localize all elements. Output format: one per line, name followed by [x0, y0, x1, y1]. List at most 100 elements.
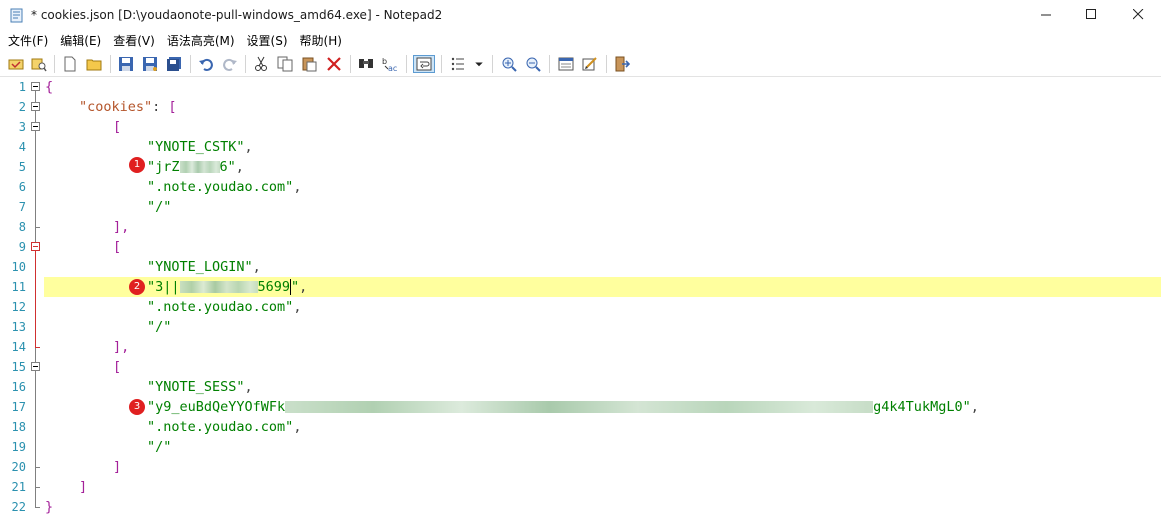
line-number: 8 — [18, 220, 26, 234]
fold-end — [35, 507, 40, 508]
editor-area[interactable]: 1 2 3 4 5 6 7 8 9 10 11 12 13 14 15 16 1… — [0, 77, 1161, 528]
line-number-gutter: 1 2 3 4 5 6 7 8 9 10 11 12 13 14 15 16 1… — [0, 77, 28, 528]
string-value: "y9_euBdQeYYOfWFk — [147, 399, 286, 415]
close-button[interactable] — [1115, 0, 1161, 31]
svg-text:b: b — [382, 57, 387, 66]
redo-icon[interactable] — [221, 55, 239, 73]
code-line-1: { — [45, 77, 53, 97]
zoom-out-icon[interactable] — [524, 55, 542, 73]
fold-line — [35, 131, 36, 228]
code-line-4: "YNOTE_CSTK", — [147, 137, 253, 157]
maximize-button[interactable] — [1068, 0, 1114, 31]
open-folder-icon[interactable] — [85, 55, 103, 73]
word-wrap-icon[interactable] — [413, 55, 435, 73]
open-recent-icon[interactable] — [7, 55, 25, 73]
fold-line — [35, 348, 36, 362]
paste-icon[interactable] — [300, 55, 318, 73]
line-number: 7 — [18, 200, 26, 214]
annotation-badge-2: 2 — [129, 279, 145, 295]
notepad-app-icon[interactable] — [9, 8, 24, 23]
fold-margin — [28, 77, 44, 528]
undo-icon[interactable] — [197, 55, 215, 73]
string-value: ".note.youdao.com" — [147, 299, 294, 315]
find-file-icon[interactable] — [30, 55, 48, 73]
bookmarks-icon[interactable] — [449, 55, 467, 73]
save-as-icon[interactable] — [141, 55, 159, 73]
fold-toggle[interactable] — [31, 362, 40, 371]
dropdown-arrow-icon[interactable] — [473, 55, 485, 73]
save-copy-icon[interactable] — [165, 55, 183, 73]
string-value: " — [291, 279, 300, 295]
zoom-in-icon[interactable] — [500, 55, 518, 73]
fold-toggle[interactable] — [31, 242, 40, 251]
string-value: "jrZ — [147, 159, 180, 175]
menu-edit[interactable]: 编辑(E) — [58, 31, 103, 51]
code-line-11: "3|| 5699", — [147, 277, 307, 297]
code-line-22: } — [45, 497, 53, 517]
minimize-button[interactable] — [1023, 0, 1069, 31]
line-number: 10 — [11, 260, 26, 274]
menu-help[interactable]: 帮助(H) — [298, 31, 344, 51]
cut-icon[interactable] — [252, 55, 270, 73]
fold-line — [35, 468, 36, 488]
comma: , — [293, 299, 302, 315]
code-line-18: ".note.youdao.com", — [147, 417, 301, 437]
line-number: 3 — [18, 120, 26, 134]
new-file-icon[interactable] — [61, 55, 79, 73]
colon: : — [152, 99, 169, 115]
scheme-icon[interactable] — [557, 55, 575, 73]
line-number: 20 — [11, 460, 26, 474]
line-number: 1 — [18, 80, 26, 94]
fold-line — [35, 111, 36, 122]
line-number: 16 — [11, 380, 26, 394]
fold-toggle[interactable] — [31, 102, 40, 111]
comma: , — [252, 259, 261, 275]
bracket: ], — [113, 339, 130, 355]
code-line-12: ".note.youdao.com", — [147, 297, 301, 317]
bracket: ] — [79, 479, 88, 495]
fold-toggle[interactable] — [31, 82, 40, 91]
comma: , — [244, 139, 253, 155]
exit-icon[interactable] — [613, 55, 631, 73]
toolbar: b ac — [0, 51, 1161, 77]
save-icon[interactable] — [117, 55, 135, 73]
line-number: 13 — [11, 320, 26, 334]
line-number: 2 — [18, 100, 26, 114]
string-value: "YNOTE_CSTK" — [147, 139, 245, 155]
delete-icon[interactable] — [325, 55, 343, 73]
customize-icon[interactable] — [581, 55, 599, 73]
code-line-15: [ — [113, 357, 121, 377]
string-value: "YNOTE_SESS" — [147, 379, 245, 395]
bracket: ], — [113, 219, 130, 235]
redacted-region — [179, 281, 258, 293]
annotation-badge-3: 3 — [129, 399, 145, 415]
bracket: [ — [113, 239, 122, 255]
line-number: 11 — [11, 280, 26, 294]
line-number: 22 — [11, 500, 26, 514]
code-line-17: "y9_euBdQeYYOfWFk g4k4TukMgL0", — [147, 397, 979, 417]
comma: , — [299, 279, 308, 295]
redacted-region — [285, 401, 874, 413]
find-icon[interactable] — [357, 55, 375, 73]
string-value: "YNOTE_LOGIN" — [147, 259, 253, 275]
code-line-14: ], — [113, 337, 129, 357]
menu-view[interactable]: 查看(V) — [111, 31, 157, 51]
bracket: [ — [113, 359, 122, 375]
comma: , — [293, 419, 302, 435]
comma: , — [244, 379, 253, 395]
copy-icon[interactable] — [276, 55, 294, 73]
menu-file[interactable]: 文件(F) — [6, 31, 50, 51]
string-value: g4k4TukMgL0" — [873, 399, 971, 415]
replace-icon[interactable]: b ac — [381, 55, 399, 73]
menu-syntax[interactable]: 语法高亮(M) — [165, 31, 237, 51]
string-value: "/" — [147, 199, 172, 215]
code-line-21: ] — [79, 477, 87, 497]
code-line-3: [ — [113, 117, 121, 137]
title-bar: * cookies.json [D:\youdaonote-pull-windo… — [0, 0, 1161, 31]
fold-toggle[interactable] — [31, 122, 40, 131]
code-line-19: "/" — [147, 437, 171, 457]
menu-settings[interactable]: 设置(S) — [245, 31, 290, 51]
brace-close: } — [45, 499, 54, 515]
code-line-6: ".note.youdao.com", — [147, 177, 301, 197]
line-number: 12 — [11, 300, 26, 314]
